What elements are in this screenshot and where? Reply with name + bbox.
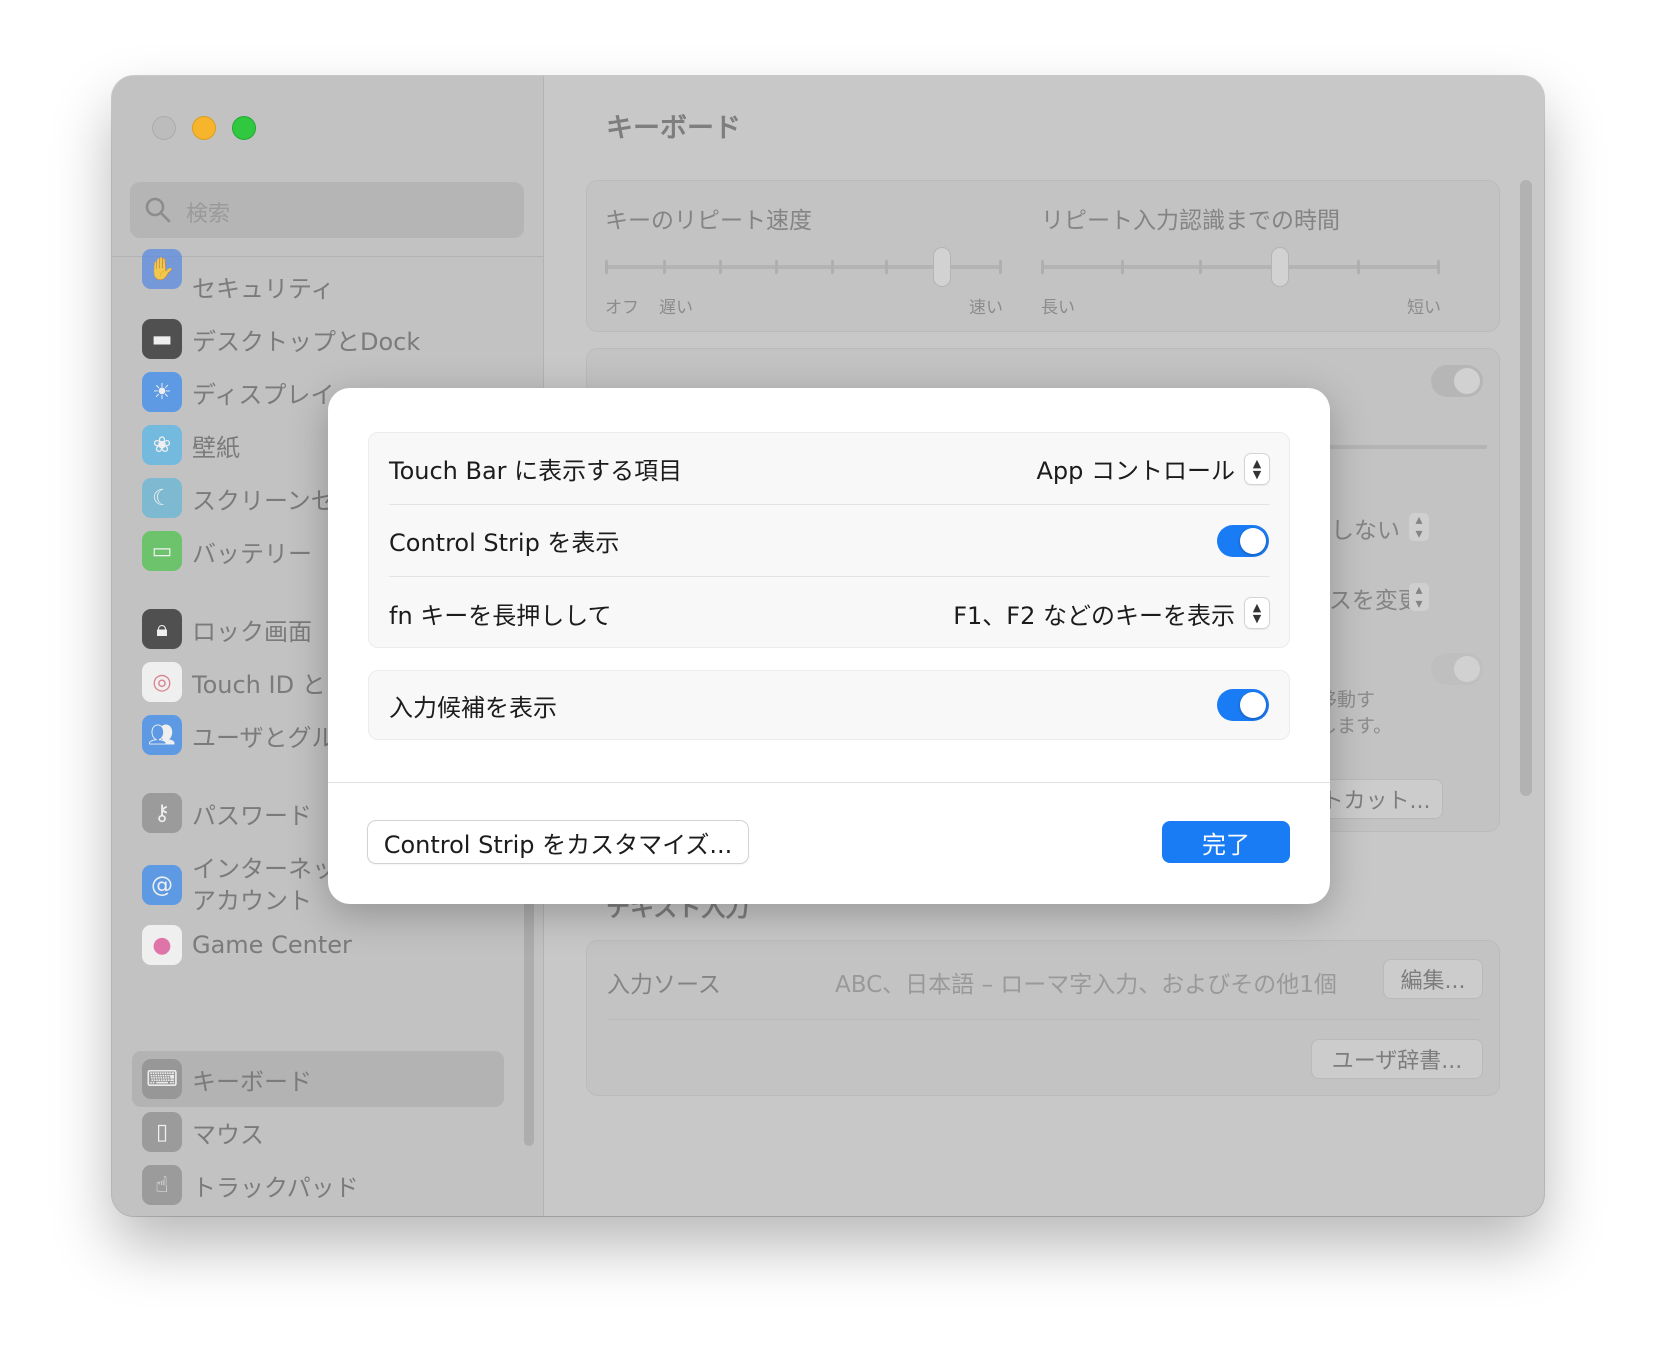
key-icon: ⚷: [142, 793, 182, 833]
suggestions-toggle[interactable]: [1217, 689, 1269, 721]
page-title: キーボード: [606, 113, 741, 144]
touch-bar-items-popup[interactable]: App コントロール ▲ ▼: [1036, 451, 1269, 486]
slider-tick: [1121, 260, 1124, 274]
slider-tick: [775, 260, 778, 274]
done-button[interactable]: 完了: [1162, 821, 1290, 863]
fn-key-value[interactable]: F1、F2 などのキーを表示: [953, 596, 1235, 631]
slider-tick: [885, 260, 888, 274]
trackpad-icon: ☝: [142, 1165, 182, 1205]
dropdown-value[interactable]: しない: [1331, 511, 1400, 545]
fingerprint-icon: ◎: [142, 662, 182, 702]
repeat-speed-slow-label: 遅い: [659, 298, 693, 318]
repeat-speed-knob[interactable]: [932, 247, 951, 287]
repeat-delay-label: リピート入力認識までの時間: [1041, 208, 1340, 234]
sidebar-item-security[interactable]: ✋ セキュリティ: [142, 246, 335, 303]
sidebar-item-touch-id[interactable]: ◎ Touch ID と: [142, 659, 326, 705]
minimize-window-button[interactable]: [192, 116, 216, 140]
search-placeholder: 検索: [186, 202, 231, 227]
control-strip-row: Control Strip を表示: [389, 505, 1269, 577]
slider-tick: [1041, 260, 1044, 274]
slider-tick: [831, 260, 834, 274]
sidebar-item-passwords[interactable]: ⚷ パスワード: [142, 790, 312, 836]
sheet-divider: [328, 782, 1330, 783]
search-field[interactable]: 検索: [130, 182, 524, 238]
customize-control-strip-button[interactable]: Control Strip をカスタマイズ...: [368, 821, 748, 863]
slider-tick: [1437, 260, 1440, 274]
suggestions-panel: 入力候補を表示: [368, 670, 1290, 740]
input-source-label: 入力ソース: [607, 972, 721, 998]
chevron-updown-icon[interactable]: ▲ ▼: [1245, 598, 1269, 628]
option-toggle-off[interactable]: [1431, 653, 1483, 685]
sidebar-item-game-center[interactable]: ● Game Center: [142, 922, 352, 968]
mouse-icon: ▯: [142, 1112, 182, 1152]
fn-key-row: fn キーを長押しして F1、F2 などのキーを表示 ▲ ▼: [389, 577, 1269, 649]
close-window-button[interactable]: [152, 116, 176, 140]
at-sign-icon: @: [142, 865, 182, 905]
chevron-updown-icon[interactable]: ▴ ▾: [1409, 583, 1429, 611]
search-icon: [145, 197, 171, 223]
slider-tick: [1357, 260, 1360, 274]
sidebar-item-display[interactable]: ☀ ディスプレイ: [142, 369, 334, 415]
slider-tick: [605, 260, 608, 274]
slider-tick: [999, 260, 1002, 274]
repeat-speed-off-label: オフ: [605, 298, 639, 318]
hand-icon: ✋: [142, 249, 182, 289]
touch-bar-settings-panel: Touch Bar に表示する項目 App コントロール ▲ ▼ Control …: [368, 432, 1290, 648]
sidebar-item-screensaver[interactable]: ☾ スクリーンセ: [142, 475, 335, 521]
repeat-delay-short-label: 短い: [1407, 298, 1441, 318]
users-icon: 👥︎: [142, 715, 182, 755]
user-dictionary-button[interactable]: ユーザ辞書...: [1311, 1039, 1483, 1079]
repeat-delay-knob[interactable]: [1270, 247, 1289, 287]
repeat-speed-fast-label: 速い: [969, 298, 1003, 318]
sidebar-item-users[interactable]: 👥︎ ユーザとグル: [142, 712, 336, 758]
sidebar-item-wallpaper[interactable]: ❀ 壁紙: [142, 422, 240, 468]
suggestions-label: 入力候補を表示: [389, 693, 557, 722]
touch-bar-items-label: Touch Bar に表示する項目: [389, 457, 683, 485]
touch-bar-items-value[interactable]: App コントロール: [1036, 451, 1235, 486]
desktop-dock-icon: ▬: [142, 319, 182, 359]
slider-tick: [719, 260, 722, 274]
option-toggle[interactable]: [1431, 365, 1483, 397]
sidebar-item-desktop-dock[interactable]: ▬ デスクトップとDock: [142, 316, 420, 362]
lock-icon: 🔒︎: [142, 609, 182, 649]
control-strip-label: Control Strip を表示: [389, 529, 620, 557]
repeat-delay-long-label: 長い: [1041, 298, 1075, 318]
keyboard-icon: ⌨: [142, 1059, 182, 1099]
display-sun-icon: ☀: [142, 372, 182, 412]
suggestions-row: 入力候補を表示: [389, 670, 1269, 740]
slider-tick: [1199, 260, 1202, 274]
input-source-value: ABC、日本語 – ローマ字入力、およびその他1個: [835, 972, 1337, 998]
control-strip-toggle[interactable]: [1217, 524, 1269, 557]
screensaver-icon: ☾: [142, 478, 182, 518]
fn-key-popup[interactable]: F1、F2 などのキーを表示 ▲ ▼: [953, 596, 1269, 631]
wallpaper-flower-icon: ❀: [142, 425, 182, 465]
battery-icon: ▭: [142, 531, 182, 571]
repeat-speed-label: キーのリピート速度: [605, 208, 812, 234]
sidebar-item-lock-screen[interactable]: 🔒︎ ロック画面: [142, 606, 312, 652]
chevron-updown-icon[interactable]: ▲ ▼: [1245, 453, 1269, 484]
touch-bar-items-row: Touch Bar に表示する項目 App コントロール ▲ ▼: [389, 433, 1269, 505]
game-center-icon: ●: [142, 925, 182, 965]
row-divider: [607, 1019, 1479, 1020]
edit-input-sources-button[interactable]: 編集...: [1383, 959, 1483, 999]
repeat-settings-group: キーのリピート速度 リピート入力認識までの時間 オフ 遅い 速い 長い 短い: [586, 180, 1500, 332]
slider-tick: [663, 260, 666, 274]
chevron-updown-icon[interactable]: ▴ ▾: [1409, 513, 1429, 541]
maximize-window-button[interactable]: [232, 116, 256, 140]
touch-bar-settings-sheet: Touch Bar に表示する項目 App コントロール ▲ ▼ Control …: [328, 388, 1330, 904]
repeat-delay-track[interactable]: [1041, 265, 1439, 269]
fn-key-label: fn キーを長押しして: [389, 601, 612, 630]
main-scrollbar[interactable]: [1520, 180, 1532, 796]
sidebar-item-battery[interactable]: ▭ バッテリー: [142, 528, 312, 574]
sidebar-item-mouse[interactable]: ▯ マウス: [142, 1109, 264, 1155]
sidebar-item-trackpad[interactable]: ☝ トラックパッド: [142, 1162, 359, 1208]
sidebar-item-keyboard[interactable]: ⌨ キーボード: [142, 1056, 312, 1102]
text-input-group: 入力ソース ABC、日本語 – ローマ字入力、およびその他1個 編集... ユー…: [586, 940, 1500, 1096]
